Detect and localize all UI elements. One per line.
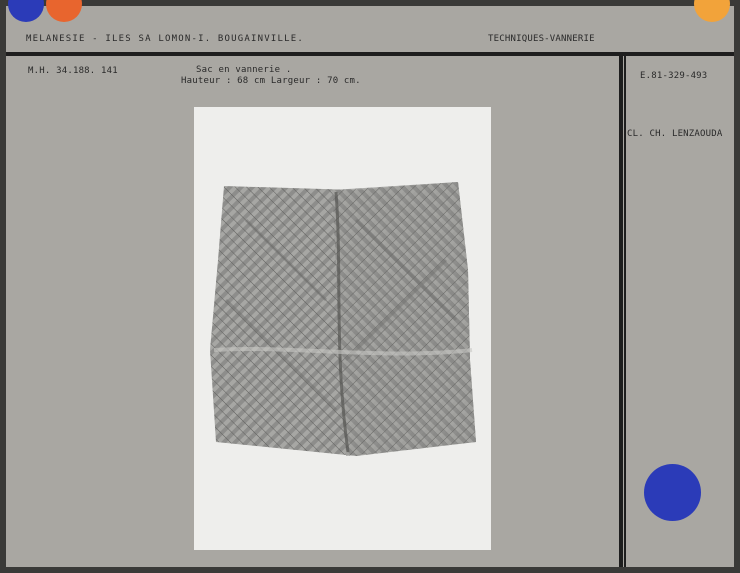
column-divider — [619, 56, 623, 567]
inventory-number: M.H. 34.188. 141 — [28, 66, 118, 76]
object-title: Sac en vannerie . — [196, 65, 292, 75]
region-label: MELANESIE - ILES SA LOMON-I. BOUGAINVILL… — [26, 34, 304, 44]
photographer-credit: CL. CH. LENZAOUDA — [627, 129, 723, 139]
column-divider-second — [624, 56, 626, 567]
woven-bag-image — [210, 182, 476, 456]
category-label: TECHNIQUES-VANNERIE — [488, 34, 595, 44]
blue-dot-icon — [644, 464, 701, 521]
photo-number: E.81-329-493 — [640, 71, 708, 81]
object-dimensions: Hauteur : 68 cm Largeur : 70 cm. — [181, 76, 361, 86]
